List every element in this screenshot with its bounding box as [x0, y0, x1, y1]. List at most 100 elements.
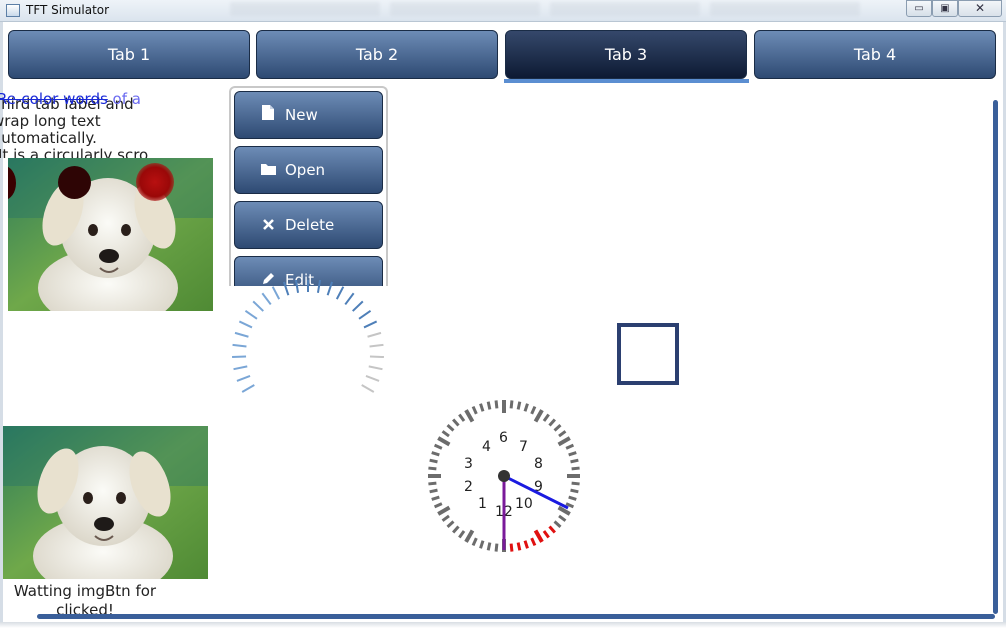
gauge-tick: [335, 286, 345, 300]
delete-button[interactable]: Delete: [234, 201, 383, 249]
clock-tick: [568, 451, 577, 457]
clock-tick: [479, 540, 485, 549]
arc-gauge: [232, 280, 384, 393]
clock-tick: [516, 401, 522, 410]
app-window: TFT Simulator ▭ ▣ ✕ Tab 1 Tab 2 Tab 3 Ta…: [0, 0, 1006, 628]
minimize-button[interactable]: ▭: [906, 0, 932, 17]
gauge-tick: [367, 331, 382, 338]
clock-tick: [446, 424, 455, 432]
clock-tick: [542, 413, 550, 422]
clock-tick: [429, 488, 438, 494]
clock-tick: [471, 537, 478, 547]
close-icon: [259, 204, 277, 250]
clock-tick: [558, 514, 567, 522]
clock-tick: [431, 495, 440, 501]
clock-tick: [548, 525, 556, 534]
clock-tick: [486, 401, 492, 410]
new-button[interactable]: New: [234, 91, 383, 139]
clock-number: 6: [499, 430, 508, 446]
led-indicator: [136, 163, 174, 201]
vertical-scrollbar[interactable]: [993, 100, 998, 614]
gauge-tick: [344, 292, 355, 306]
clock-tick: [437, 436, 451, 447]
delete-button-label: Delete: [285, 216, 335, 234]
recolor-label: Re-color words of a: [0, 90, 141, 109]
clock-tick: [571, 481, 580, 486]
gauge-tick: [241, 384, 255, 393]
clock-tick: [565, 443, 575, 450]
clock-number: 10: [515, 496, 533, 512]
clock-number: 2: [464, 479, 473, 495]
gauge-tick: [238, 320, 253, 329]
horizontal-scrollbar[interactable]: [37, 614, 995, 619]
close-button[interactable]: ✕: [958, 0, 1002, 17]
gauge-tick: [244, 310, 258, 320]
open-button-label: Open: [285, 161, 326, 179]
clock-tick: [571, 466, 580, 471]
gauge-tick: [236, 375, 251, 382]
puppy-image: [8, 158, 213, 311]
clock-tick: [516, 542, 522, 551]
file-icon: [259, 94, 277, 140]
clock-tick: [452, 418, 460, 427]
square-object: [617, 323, 679, 385]
clock-number: 1: [478, 496, 487, 512]
clock-tick: [494, 543, 499, 552]
gauge-tick: [369, 355, 384, 359]
clock-tick: [530, 405, 537, 415]
clock-tick: [437, 505, 451, 516]
window-title: TFT Simulator: [26, 3, 110, 17]
gauge-tick: [261, 292, 272, 306]
clock-tick: [570, 458, 579, 464]
clock-number: 4: [482, 439, 491, 455]
image-button[interactable]: [3, 426, 208, 579]
title-bar: TFT Simulator ▭ ▣ ✕: [0, 0, 1006, 22]
clock-tick: [533, 409, 544, 423]
puppy-picture: [3, 426, 208, 579]
tab-4[interactable]: Tab 4: [754, 30, 996, 79]
analog-clock: 4 6 7 3 8 2 9 1 10 12: [428, 400, 580, 552]
background-tab: [230, 2, 380, 16]
gauge-tick: [252, 300, 264, 312]
clock-number: 7: [519, 439, 528, 455]
gauge-tick: [232, 343, 247, 348]
label-panel: Third tab label and wrap long text autom…: [0, 88, 215, 158]
clock-number: 3: [464, 456, 473, 472]
active-tab-indicator: [504, 79, 749, 83]
background-tab: [710, 2, 860, 16]
clock-tick: [558, 430, 567, 438]
tab-bar: Tab 1 Tab 2 Tab 3 Tab 4: [8, 30, 998, 83]
clock-tick: [433, 443, 443, 450]
gauge-tick: [363, 320, 378, 329]
clock-tick: [433, 502, 443, 509]
clock-tick: [523, 540, 529, 549]
folder-icon: [259, 149, 277, 195]
open-button[interactable]: Open: [234, 146, 383, 194]
gauge-tick: [326, 281, 334, 296]
tab-2[interactable]: Tab 2: [256, 30, 498, 79]
clock-tick: [530, 537, 537, 547]
clock-tick: [542, 530, 550, 539]
background-tab: [390, 2, 540, 16]
clock-tick: [533, 529, 544, 543]
tab-1[interactable]: Tab 1: [8, 30, 250, 79]
clock-tick: [570, 488, 579, 494]
clock-tick: [441, 514, 450, 522]
clock-tick: [479, 403, 485, 412]
clock-hub: [498, 470, 510, 482]
tab-3[interactable]: Tab 3: [505, 30, 747, 79]
clock-tick: [553, 424, 562, 432]
gauge-tick: [368, 365, 383, 371]
clock-tick: [494, 400, 499, 409]
clock-tick: [568, 495, 577, 501]
recolor-tail: of a: [107, 90, 141, 108]
gauge-tick: [233, 365, 248, 371]
circular-scroll-label: It is a circularly scro: [0, 146, 149, 158]
gauge-tick: [282, 281, 290, 296]
gauge-tick: [234, 331, 249, 338]
clock-tick: [509, 543, 514, 552]
gauge-tick: [352, 300, 364, 312]
maximize-button[interactable]: ▣: [932, 0, 958, 17]
clock-tick: [553, 520, 562, 528]
gauge-tick: [294, 280, 300, 293]
